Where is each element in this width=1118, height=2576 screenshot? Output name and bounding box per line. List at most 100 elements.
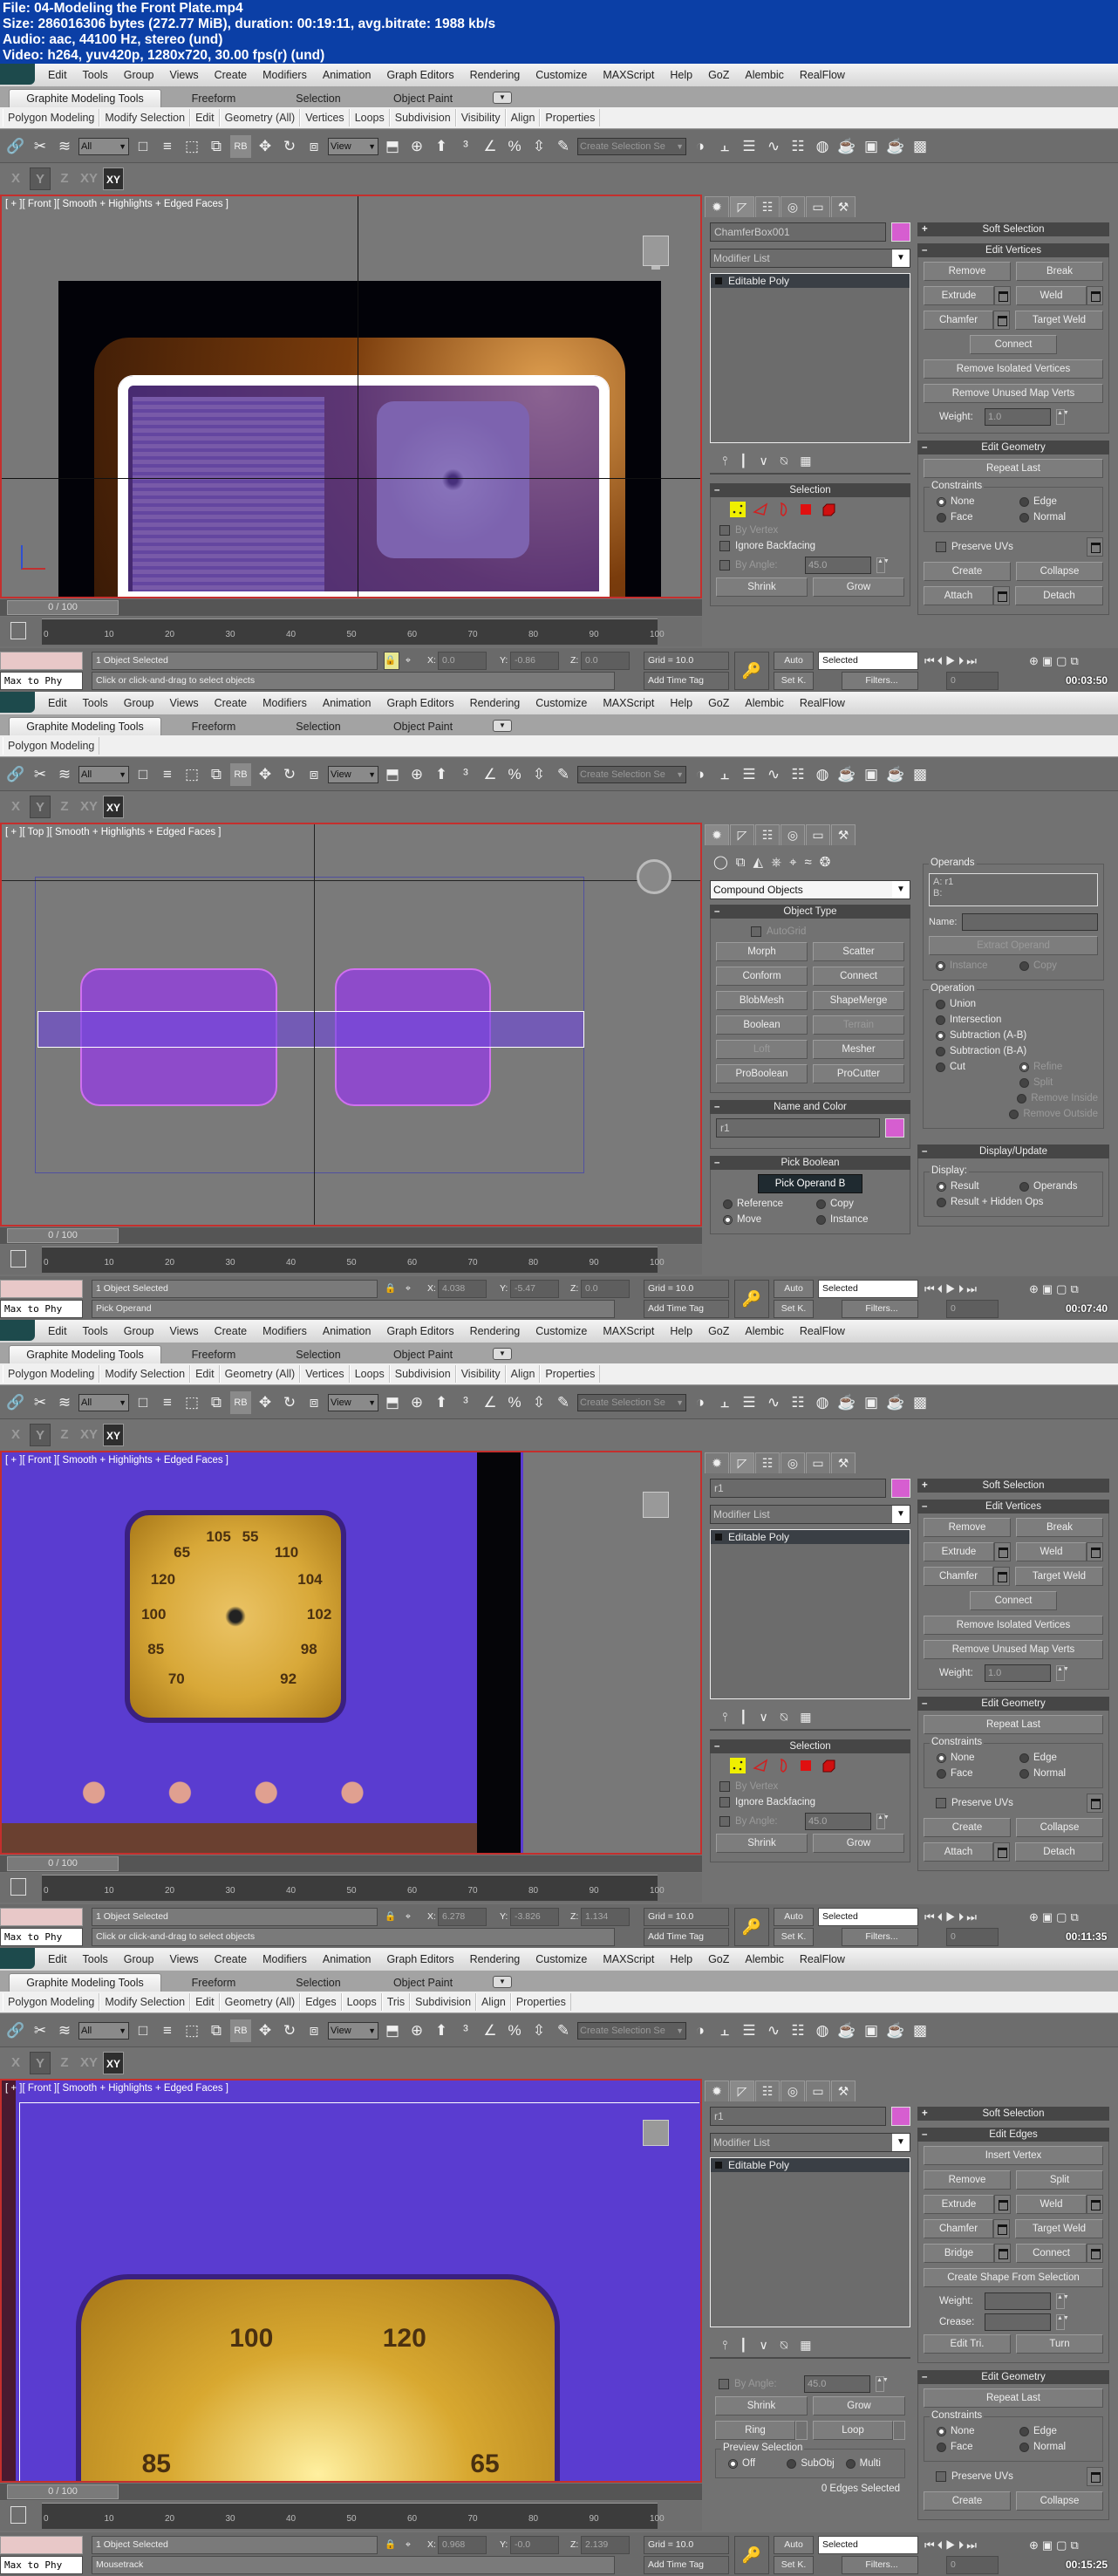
edit-vertices-rollout-header[interactable]: – Edit Vertices bbox=[917, 243, 1109, 257]
radio-result-hidden-ops[interactable]: Result + Hidden Ops bbox=[937, 1197, 1097, 1207]
mirror-icon[interactable]: ◑ bbox=[690, 763, 711, 786]
radio-dot[interactable] bbox=[1019, 1062, 1029, 1072]
x-coordinate-field[interactable]: 4.038 bbox=[438, 1280, 487, 1298]
rollout-toggle[interactable]: – bbox=[714, 1100, 719, 1114]
material-editor-icon[interactable]: ◍ bbox=[812, 135, 833, 158]
ribbon-panel-edit[interactable]: Edit bbox=[190, 1365, 220, 1383]
curve-editor-toggle-icon[interactable] bbox=[10, 622, 26, 639]
settings-icon[interactable] bbox=[993, 586, 1010, 605]
auto-key-button[interactable]: Auto bbox=[774, 2536, 814, 2554]
absolute-mode-icon[interactable]: ⌖ bbox=[406, 1908, 411, 1926]
make-unique-icon[interactable]: ∨ bbox=[760, 454, 768, 468]
spinner-arrows-icon[interactable]: ▲▼ bbox=[876, 1814, 890, 1829]
ribbon-panel-edges[interactable]: Edges bbox=[300, 1993, 342, 2011]
menu-help[interactable]: Help bbox=[662, 697, 700, 709]
manipulate-icon[interactable]: ⊕ bbox=[406, 135, 427, 158]
object-name-input[interactable]: ChamferBox001 bbox=[710, 222, 886, 242]
break-button[interactable]: Break bbox=[1016, 1518, 1103, 1537]
menu-alembic[interactable]: Alembic bbox=[737, 1325, 791, 1337]
weld-button[interactable]: Weld bbox=[1016, 286, 1087, 305]
axis-xy-button[interactable]: XY bbox=[103, 2052, 124, 2074]
stack-item-editable-poly[interactable]: Editable Poly bbox=[711, 1530, 910, 1544]
menu-edit[interactable]: Edit bbox=[40, 697, 75, 709]
unlink-icon[interactable]: ✂ bbox=[30, 2019, 51, 2042]
time-slider[interactable]: 0 / 100 bbox=[0, 1855, 702, 1872]
radio-dot[interactable] bbox=[728, 2458, 738, 2469]
spinner-snap-icon[interactable]: ⇳ bbox=[528, 763, 549, 786]
configure-modifier-sets-icon[interactable]: ▦ bbox=[800, 1710, 811, 1725]
select-link-icon[interactable]: 🔗 bbox=[5, 1391, 26, 1414]
procutter-button[interactable]: ProCutter bbox=[813, 1064, 904, 1083]
view-dropdown[interactable]: View bbox=[328, 137, 378, 155]
repeat-last-button[interactable]: Repeat Last bbox=[924, 2388, 1103, 2408]
absolute-mode-icon[interactable]: ⌖ bbox=[406, 652, 411, 670]
ribbon-panel-loops[interactable]: Loops bbox=[349, 1365, 390, 1383]
menu-goz[interactable]: GoZ bbox=[700, 697, 737, 709]
layer-manager-icon[interactable]: ☰ bbox=[739, 1391, 760, 1414]
z-coordinate-field[interactable]: 1.134 bbox=[581, 1908, 630, 1926]
manipulate-icon[interactable]: ⊕ bbox=[406, 1391, 427, 1414]
material-editor-icon[interactable]: ◍ bbox=[812, 1391, 833, 1414]
radio-move[interactable]: Move bbox=[723, 1214, 811, 1225]
maxscript-listener[interactable]: Max to Phy bbox=[0, 1928, 83, 1946]
render-icon[interactable]: ☕ bbox=[885, 763, 906, 786]
menu-graph-editors[interactable]: Graph Editors bbox=[378, 1953, 461, 1965]
radio-intersection[interactable]: Intersection bbox=[936, 1015, 1098, 1025]
rollout-toggle[interactable]: – bbox=[922, 1145, 927, 1158]
align-icon[interactable]: ⫠ bbox=[714, 135, 735, 158]
lights-icon[interactable]: ◭ bbox=[753, 854, 764, 870]
ribbon-panel-tris[interactable]: Tris bbox=[381, 1993, 411, 2011]
rollout-toggle[interactable]: – bbox=[922, 441, 927, 454]
radio-dot[interactable] bbox=[1019, 1181, 1029, 1192]
axis-z-button[interactable]: Z bbox=[54, 1424, 75, 1446]
radio-off[interactable]: Off bbox=[728, 2458, 781, 2469]
weld-button[interactable]: Weld bbox=[1016, 2195, 1087, 2214]
break-button[interactable]: Break bbox=[1016, 262, 1103, 281]
render-icon[interactable]: ☕ bbox=[885, 135, 906, 158]
autogrid-checkbox[interactable]: AutoGrid bbox=[751, 926, 904, 937]
modify-tab-icon[interactable]: ◸ bbox=[730, 196, 754, 217]
operand-item[interactable]: B: bbox=[933, 888, 1094, 899]
selection-rollout-header[interactable]: – Selection bbox=[710, 1739, 910, 1753]
tab-graphite-modeling-tools[interactable]: Graphite Modeling Tools bbox=[9, 1345, 161, 1363]
key-filter-dropdown[interactable]: Selected bbox=[818, 2536, 918, 2554]
rotate-icon[interactable]: ↻ bbox=[279, 1391, 300, 1414]
axis-y-button[interactable]: Y bbox=[30, 2052, 51, 2074]
ribbon-panel-loops[interactable]: Loops bbox=[349, 109, 390, 126]
ribbon-options-dropdown[interactable]: ▼ bbox=[493, 1348, 512, 1360]
render-setup-icon[interactable]: ☕ bbox=[836, 1391, 857, 1414]
axis-xy-button[interactable]: XY bbox=[103, 796, 124, 818]
split-button[interactable]: Split bbox=[1016, 2170, 1103, 2190]
menu-customize[interactable]: Customize bbox=[528, 69, 595, 81]
menu-graph-editors[interactable]: Graph Editors bbox=[378, 69, 461, 81]
settings-icon[interactable] bbox=[1087, 2195, 1103, 2214]
radio-dot[interactable] bbox=[1019, 496, 1029, 507]
radio-dot[interactable] bbox=[937, 1181, 946, 1192]
motion-tab-icon[interactable]: ◎ bbox=[781, 196, 805, 217]
move-icon[interactable]: ✥ bbox=[255, 1391, 276, 1414]
radio-dot[interactable] bbox=[1019, 512, 1029, 523]
chamfer-button[interactable]: Chamfer bbox=[924, 2219, 993, 2238]
axis-y-button[interactable]: Y bbox=[30, 796, 51, 818]
curve-editor-toggle-icon[interactable] bbox=[10, 1878, 26, 1896]
menu-tools[interactable]: Tools bbox=[75, 69, 116, 81]
detach-button[interactable]: Detach bbox=[1015, 1842, 1103, 1862]
time-slider[interactable]: 0 / 100 bbox=[0, 1227, 702, 1244]
settings-icon[interactable] bbox=[993, 1567, 1010, 1586]
remove-isolated-vertices-button[interactable]: Remove Isolated Vertices bbox=[924, 359, 1103, 379]
menu-goz[interactable]: GoZ bbox=[700, 1953, 737, 1965]
loft-button[interactable]: Loft bbox=[716, 1040, 808, 1059]
listener-mini-pink[interactable] bbox=[0, 1908, 83, 1926]
rotate-icon[interactable]: ↻ bbox=[279, 135, 300, 158]
checkbox-box[interactable] bbox=[719, 1781, 730, 1792]
create-selection-se-dropdown[interactable]: Create Selection Se bbox=[577, 1393, 686, 1411]
ribbon-panel-polygon-modeling[interactable]: Polygon Modeling bbox=[3, 1365, 100, 1383]
menu-create[interactable]: Create bbox=[207, 697, 256, 709]
select-by-name-icon[interactable]: ≡ bbox=[157, 135, 178, 158]
rollout-toggle[interactable]: + bbox=[922, 222, 928, 236]
radio-split[interactable]: Split bbox=[1019, 1077, 1098, 1088]
rb-icon[interactable]: RB bbox=[230, 2019, 251, 2042]
connect-button[interactable]: Connect bbox=[970, 335, 1057, 354]
operands-list[interactable]: A: r1 B: bbox=[929, 873, 1098, 906]
attach-button[interactable]: Attach bbox=[924, 586, 993, 605]
